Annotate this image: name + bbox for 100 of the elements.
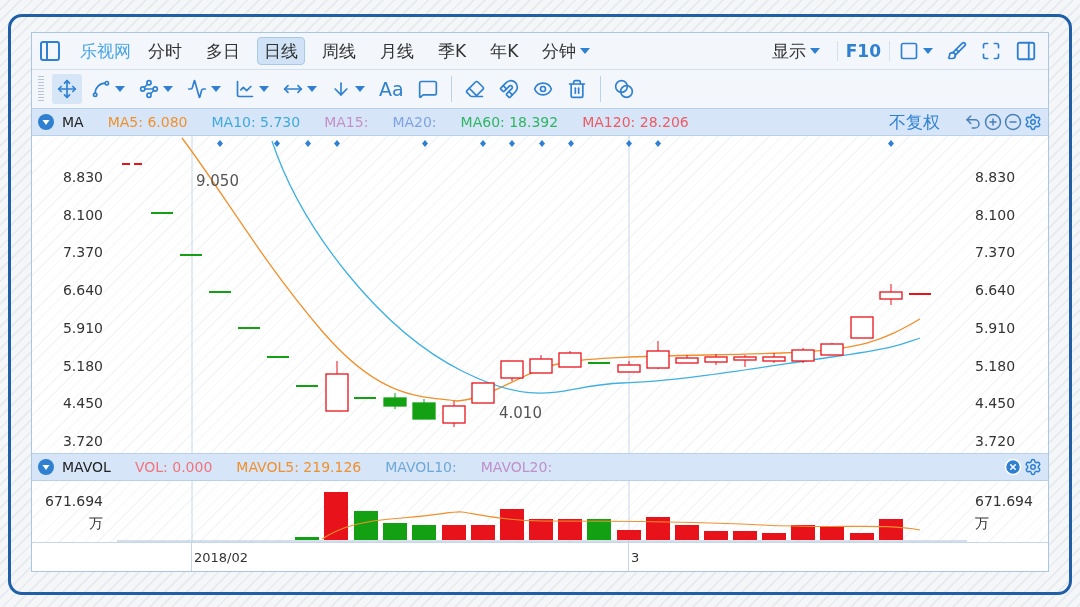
- volume-bar: [558, 519, 582, 540]
- date-axis-label: 2018/02: [194, 549, 248, 565]
- price-axis-label: 8.830: [975, 169, 1016, 185]
- sidebar-toggle-icon[interactable]: [38, 39, 62, 63]
- volume-bar: [324, 492, 348, 540]
- panel-right-icon: [1015, 40, 1037, 62]
- candlestick: [850, 316, 874, 339]
- settings-icon[interactable]: [1024, 458, 1042, 476]
- close-icon[interactable]: [1004, 458, 1022, 476]
- price-axis-label: 7.370: [62, 244, 103, 261]
- candlestick: [383, 392, 407, 410]
- eraser-icon: [464, 79, 485, 99]
- volume-bar: [471, 525, 495, 540]
- caret-icon: [809, 48, 820, 54]
- f10-button[interactable]: F10: [836, 41, 890, 61]
- display-menu[interactable]: 显示: [764, 37, 827, 65]
- date-axis-label: 3: [631, 549, 640, 565]
- indicator-value: MA5: 6.080: [107, 114, 188, 130]
- eye-icon: [532, 79, 553, 99]
- flat-candlestick: [150, 212, 174, 214]
- volume-bar: [762, 533, 786, 540]
- period-tab[interactable]: 季K: [431, 37, 474, 65]
- price-axis-label: 4.450: [62, 395, 103, 412]
- collapse-icon[interactable]: [38, 459, 54, 475]
- indicator-value: MA20:: [392, 114, 437, 130]
- drawing-tool-button[interactable]: [52, 74, 82, 104]
- period-tab[interactable]: 年K: [483, 37, 526, 65]
- zigzag-line-icon: [187, 79, 207, 99]
- price-axis-label: 8.100: [975, 206, 1016, 223]
- volume-bar: [879, 519, 903, 540]
- period-tab[interactable]: 日线: [257, 37, 305, 65]
- candlestick: [879, 283, 903, 306]
- volume-axis-label: 万: [89, 515, 103, 531]
- price-axis-label: 5.910: [975, 319, 1016, 336]
- collapse-icon[interactable]: [38, 114, 54, 130]
- candlestick: [617, 360, 641, 373]
- period-tab[interactable]: 分钟: [535, 37, 598, 65]
- volume-axis-label: 万: [975, 515, 989, 531]
- period-tab[interactable]: 月线: [373, 37, 421, 65]
- price-axis-label: 8.100: [62, 206, 103, 223]
- indicator-value: MA10: 5.730: [211, 114, 301, 130]
- volume-bar: [529, 519, 553, 540]
- candlestick: [704, 353, 728, 366]
- candlestick: [325, 360, 349, 412]
- candlestick: [558, 350, 582, 368]
- indicator-value: MAVOL10:: [385, 459, 457, 475]
- low-price-label: 4.010: [499, 404, 542, 422]
- square-icon: [899, 41, 919, 61]
- volume-bar: [704, 531, 728, 540]
- indicator-value: VOL: 0.000: [134, 459, 213, 475]
- candlestick: [442, 400, 466, 428]
- flat-candlestick: [208, 291, 232, 293]
- volume-bar: [646, 517, 670, 540]
- volume-bar: [442, 525, 466, 540]
- move-icon: [57, 79, 77, 99]
- flat-candlestick: [295, 385, 319, 387]
- line-segment-icon: [91, 79, 111, 99]
- fullscreen-icon: [981, 41, 1001, 61]
- indicator-value: MA60: 18.392: [460, 114, 559, 130]
- flat-candlestick: [121, 163, 145, 165]
- volume-bar: [675, 525, 699, 540]
- indicator-value: MA15:: [324, 114, 369, 130]
- volume-bar: [354, 511, 378, 540]
- candlestick: [675, 354, 699, 364]
- indicator-value: MA120: 28.206: [582, 114, 689, 130]
- price-axis-label: 5.910: [62, 319, 103, 336]
- price-axis-label: 6.640: [62, 282, 103, 299]
- caret-icon: [163, 86, 173, 92]
- undo-icon[interactable]: [964, 113, 982, 131]
- zoom-out-icon[interactable]: [1004, 113, 1022, 131]
- price-axis-label: 7.370: [975, 244, 1016, 261]
- candlestick: [471, 382, 495, 404]
- chart-icon: [235, 79, 255, 99]
- volume-bar: [617, 530, 641, 540]
- candlestick: [646, 340, 670, 370]
- indicator-value: MAVOL20:: [480, 459, 553, 475]
- candlestick: [733, 354, 757, 368]
- text-tool-button[interactable]: Aa: [374, 74, 409, 104]
- period-tab[interactable]: 周线: [315, 37, 363, 65]
- comment-icon: [417, 79, 438, 99]
- caret-icon: [355, 86, 365, 92]
- indicator-title: MA: [62, 114, 84, 130]
- period-tab[interactable]: 多日: [199, 37, 247, 65]
- trash-icon: [566, 79, 587, 99]
- price-axis-label: 4.450: [975, 395, 1016, 412]
- settings-icon[interactable]: [1024, 113, 1042, 131]
- flat-candlestick: [353, 397, 377, 399]
- zoom-in-icon[interactable]: [984, 113, 1002, 131]
- volume-axis-label: 671.694: [45, 493, 103, 509]
- caret-icon: [115, 86, 125, 92]
- volume-bar: [791, 525, 815, 540]
- volume-bar: [500, 509, 524, 540]
- period-tab[interactable]: 分时: [141, 37, 189, 65]
- caret-icon: [259, 86, 269, 92]
- flat-candlestick: [908, 293, 932, 295]
- magnet-icon: [498, 79, 519, 99]
- overlap-circles-icon: [613, 79, 634, 99]
- caret-icon: [307, 86, 317, 92]
- price-axis-label: 5.180: [975, 357, 1016, 374]
- price-axis-label: 3.720: [975, 432, 1016, 449]
